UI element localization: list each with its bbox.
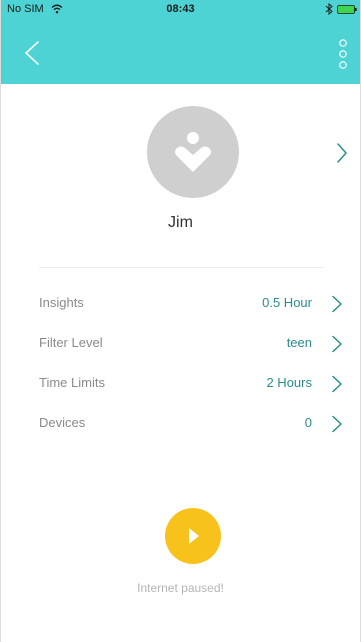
row-label: Devices — [39, 415, 86, 430]
row-label: Filter Level — [39, 335, 103, 350]
row-value: 0.5 Hour — [262, 295, 312, 310]
row-filter-level[interactable]: Filter Level teen — [1, 323, 360, 363]
row-time-limits[interactable]: Time Limits 2 Hours — [1, 363, 360, 403]
chevron-right-icon — [332, 415, 342, 433]
avatar[interactable] — [147, 106, 239, 198]
status-time: 08:43 — [166, 3, 195, 15]
row-value: 2 Hours — [266, 375, 312, 390]
battery-icon — [337, 5, 357, 14]
chevron-right-icon — [332, 335, 342, 353]
bluetooth-icon — [325, 3, 333, 15]
internet-status-text: Internet paused! — [137, 581, 224, 595]
nav-bar — [1, 20, 360, 84]
resume-internet-button[interactable] — [165, 508, 221, 564]
play-icon — [189, 528, 199, 544]
profile-name: Jim — [168, 214, 193, 231]
row-label: Time Limits — [39, 375, 105, 390]
chevron-right-icon — [332, 375, 342, 393]
divider — [39, 267, 324, 268]
row-devices[interactable]: Devices 0 — [1, 403, 360, 443]
row-value: 0 — [304, 415, 312, 430]
row-insights[interactable]: Insights 0.5 Hour — [1, 283, 360, 323]
row-label: Insights — [39, 295, 84, 310]
more-vertical-icon[interactable] — [337, 38, 349, 72]
user-heart-icon — [175, 132, 211, 172]
status-bar: No SIM 08:43 — [1, 0, 360, 20]
chevron-right-icon[interactable] — [335, 142, 349, 164]
chevron-left-icon[interactable] — [21, 40, 45, 66]
header: No SIM 08:43 — [1, 0, 360, 84]
app-screen: No SIM 08:43 Jim Insights 0.5 Hour Filte… — [0, 0, 361, 642]
row-value: teen — [286, 335, 312, 350]
chevron-right-icon — [332, 295, 342, 313]
